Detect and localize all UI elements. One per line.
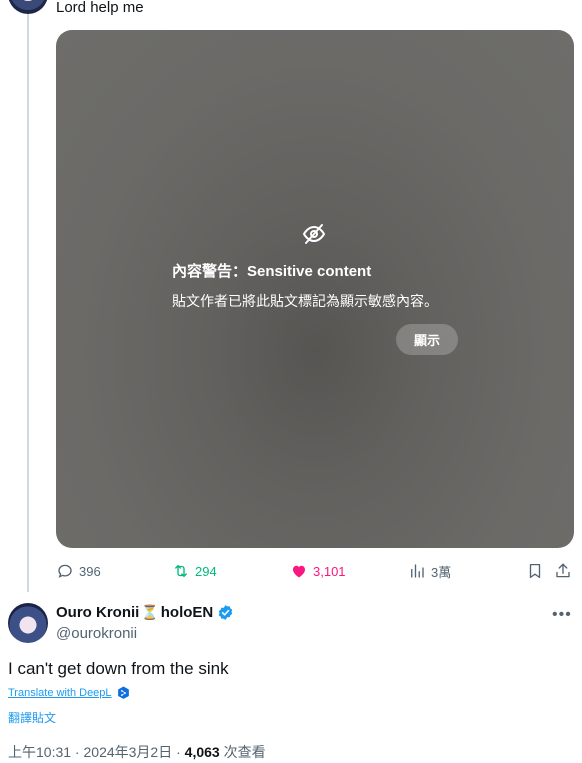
repost-button[interactable]: 294 <box>172 560 217 582</box>
translate-deepl-label: Translate with DeepL <box>8 687 112 699</box>
repost-count: 294 <box>195 563 217 579</box>
meta-separator: · <box>71 744 84 760</box>
reply-icon <box>58 564 72 578</box>
previous-post-avatar[interactable] <box>8 0 48 14</box>
post-meta: 上午10:31 · 2024年3月2日 · 4,063 次查看 <box>8 742 266 762</box>
author-name-row[interactable]: Ouro Kronii ⏳ holoEN <box>56 604 234 621</box>
author-handle[interactable]: @ourokronii <box>56 625 137 642</box>
author-affiliation: holoEN <box>160 604 214 621</box>
verified-badge-icon <box>219 605 233 620</box>
reply-button[interactable]: 396 <box>56 560 101 582</box>
action-bar: 396 294 3,101 3萬 <box>56 560 576 582</box>
show-media-button[interactable]: 顯示 <box>396 324 458 355</box>
more-options-icon[interactable]: ••• <box>552 606 572 624</box>
view-count: 3萬 <box>431 564 452 580</box>
reply-count: 396 <box>79 563 101 579</box>
bar-chart-icon <box>411 564 424 578</box>
translate-post-link[interactable]: 翻譯貼文 <box>8 709 56 726</box>
content-warning-title: 內容警告：Sensitive content <box>172 263 372 280</box>
post-view-count: 4,063 <box>184 744 220 760</box>
sensitive-media-card[interactable]: 內容警告：Sensitive content 貼文作者已將此貼文標記為顯示敏感內… <box>56 30 574 548</box>
meta-separator: · <box>172 744 185 760</box>
post-time[interactable]: 上午10:31 <box>8 744 71 760</box>
content-warning-text: 貼文作者已將此貼文標記為顯示敏感內容。 <box>172 293 438 309</box>
heart-icon <box>293 565 305 578</box>
like-count: 3,101 <box>313 563 346 579</box>
author-avatar[interactable] <box>8 603 48 643</box>
share-button[interactable] <box>554 560 577 582</box>
repost-icon <box>175 565 187 577</box>
translate-deepl-link[interactable]: Translate with DeepL <box>8 686 130 700</box>
bookmark-icon <box>529 563 541 579</box>
post-view-label: 次查看 <box>219 744 266 760</box>
like-button[interactable]: 3,101 <box>290 560 346 582</box>
eye-slash-icon <box>302 224 326 244</box>
views-button[interactable]: 3萬 <box>408 560 451 582</box>
hourglass-icon: ⏳ <box>141 604 159 620</box>
author-name: Ouro Kronii <box>56 604 140 621</box>
post-date[interactable]: 2024年3月2日 <box>84 744 173 760</box>
deepl-icon <box>117 686 129 699</box>
tweet-text: I can't get down from the sink <box>8 659 229 678</box>
bookmark-button[interactable] <box>526 560 549 582</box>
previous-post-text: Lord help me <box>56 0 144 16</box>
thread-connector-line <box>27 14 29 592</box>
share-icon <box>556 563 570 578</box>
